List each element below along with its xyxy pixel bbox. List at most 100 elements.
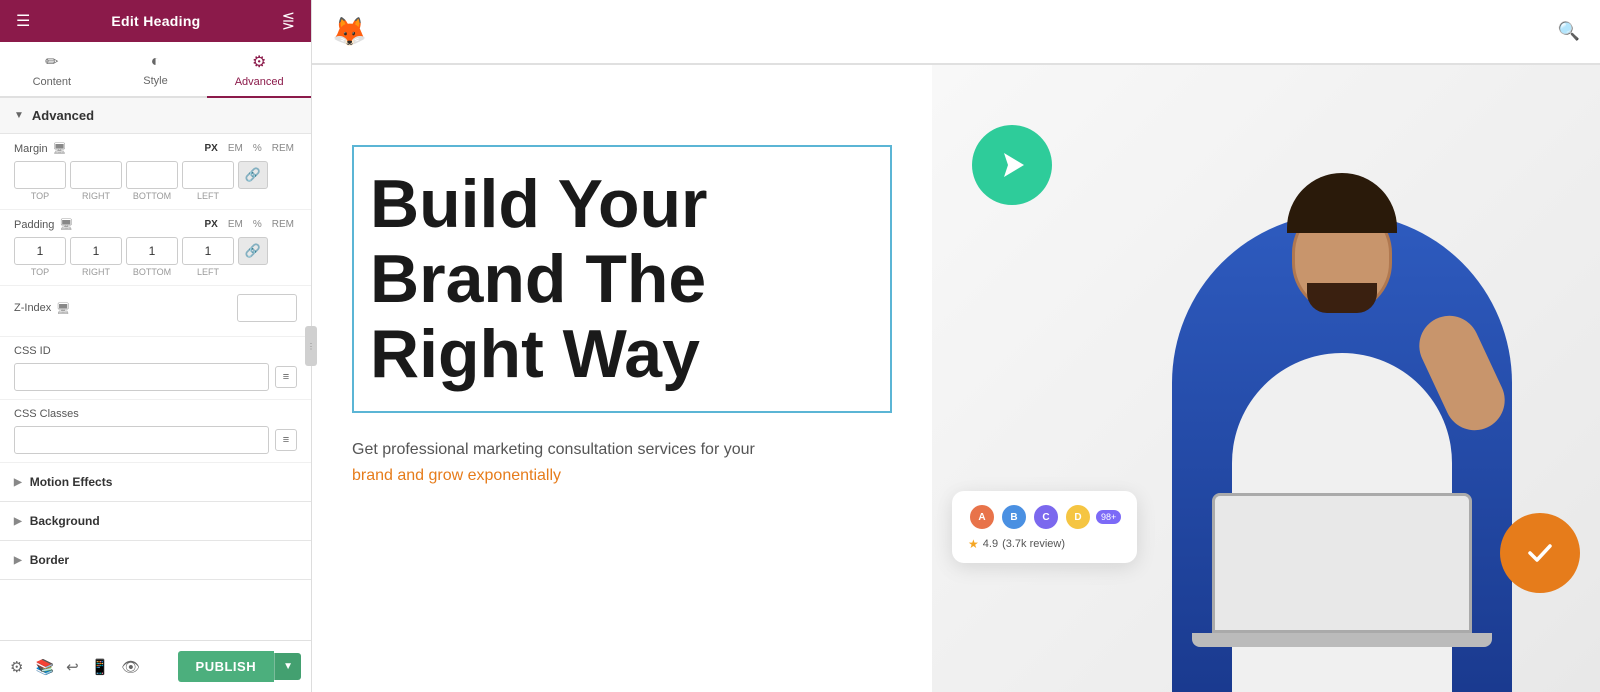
margin-left-label: LEFT [182, 191, 234, 201]
tab-style-label: Style [143, 75, 167, 87]
padding-bottom-label: BOTTOM [126, 267, 178, 277]
avatar-2: B [1000, 503, 1028, 531]
margin-bottom-label: BOTTOM [126, 191, 178, 201]
margin-field: Margin 🖥 PX EM % REM 🔗 TOP RIGHT [0, 134, 311, 210]
css-id-input-row: ≡ [14, 363, 297, 391]
margin-inputs: 🔗 [14, 161, 297, 189]
motion-effects-header[interactable]: ▶ Motion Effects [0, 463, 311, 501]
margin-unit-switcher: PX EM % REM [202, 142, 297, 155]
rating-reviews: (3.7k review) [1002, 538, 1065, 550]
hero-heading: Build Your Brand The Right Way [370, 167, 874, 391]
panel-header: ☰ Edit Heading ⋚ [0, 0, 311, 42]
margin-link-button[interactable]: 🔗 [238, 161, 268, 189]
avatar-4: D [1064, 503, 1092, 531]
background-section: ▶ Background [0, 502, 311, 541]
border-header[interactable]: ▶ Border [0, 541, 311, 579]
padding-left-input[interactable] [182, 237, 234, 265]
padding-monitor-icon: 🖥 [59, 218, 73, 231]
padding-top-input[interactable] [14, 237, 66, 265]
hero-subtext-line2: brand and grow exponentially [352, 467, 561, 484]
background-header[interactable]: ▶ Background [0, 502, 311, 540]
css-id-label-row: CSS ID [14, 345, 297, 357]
person-beard [1307, 283, 1377, 313]
advanced-section-header[interactable]: ▼ Advanced [0, 98, 311, 134]
settings-icon[interactable]: ⚙ [10, 658, 23, 676]
css-classes-list-icon[interactable]: ≡ [275, 429, 297, 451]
hamburger-icon[interactable]: ☰ [16, 11, 30, 31]
tab-advanced[interactable]: ⚙ Advanced [207, 42, 311, 98]
padding-unit-rem[interactable]: REM [269, 218, 297, 231]
search-icon[interactable]: 🔍 [1558, 21, 1580, 42]
hero-heading-box[interactable]: Build Your Brand The Right Way [352, 145, 892, 413]
css-classes-input[interactable] [14, 426, 269, 454]
motion-effects-section: ▶ Motion Effects [0, 463, 311, 502]
margin-top-input[interactable] [14, 161, 66, 189]
padding-unit-px[interactable]: PX [202, 218, 221, 231]
padding-unit-pct[interactable]: % [250, 218, 265, 231]
css-id-input[interactable] [14, 363, 269, 391]
hero-left: Build Your Brand The Right Way Get profe… [312, 65, 932, 692]
padding-label: Padding 🖥 [14, 218, 73, 231]
preview-icon[interactable]: 👁 [121, 658, 140, 676]
css-id-field: CSS ID ≡ [0, 337, 311, 400]
hero-subtext: Get professional marketing consultation … [352, 437, 872, 488]
css-classes-label: CSS Classes [14, 408, 79, 420]
rating-card: A B C D 98+ ★ 4.9 (3.7k review) [952, 491, 1137, 563]
margin-unit-px[interactable]: PX [202, 142, 221, 155]
padding-inputs: 🔗 [14, 237, 297, 265]
css-classes-label-row: CSS Classes [14, 408, 297, 420]
layers-icon[interactable]: 📚 [35, 658, 54, 676]
nav-logo: 🦊 [332, 15, 367, 48]
resize-handle[interactable]: ⋮ [305, 326, 317, 366]
responsive-icon[interactable]: 📱 [91, 658, 110, 676]
panel-title: Edit Heading [111, 13, 200, 29]
laptop-screen [1212, 493, 1472, 633]
margin-unit-em[interactable]: EM [225, 142, 246, 155]
tab-content[interactable]: ✏ Content [0, 42, 104, 98]
advanced-tab-icon: ⚙ [252, 52, 266, 72]
padding-input-labels: TOP RIGHT BOTTOM LEFT [14, 267, 297, 277]
z-index-monitor-icon: 🖥 [56, 302, 70, 315]
top-nav: 🦊 🔍 [312, 0, 1600, 64]
background-arrow-icon: ▶ [14, 516, 22, 527]
history-icon[interactable]: ↩ [66, 658, 79, 676]
hero-subtext-link[interactable]: brand and grow exponentially [352, 467, 561, 484]
content-tab-icon: ✏ [45, 52, 58, 72]
z-index-input[interactable] [237, 294, 297, 322]
border-label: Border [30, 553, 69, 567]
padding-unit-switcher: PX EM % REM [202, 218, 297, 231]
padding-right-label: RIGHT [70, 267, 122, 277]
padding-bottom-input[interactable] [126, 237, 178, 265]
publish-dropdown-button[interactable]: ▼ [274, 653, 301, 680]
padding-link-button[interactable]: 🔗 [238, 237, 268, 265]
publish-button[interactable]: PUBLISH [178, 651, 275, 682]
margin-unit-pct[interactable]: % [250, 142, 265, 155]
margin-right-input[interactable] [70, 161, 122, 189]
padding-right-input[interactable] [70, 237, 122, 265]
tab-advanced-label: Advanced [235, 76, 284, 88]
background-label: Background [30, 514, 100, 528]
css-classes-field: CSS Classes ≡ [0, 400, 311, 463]
padding-unit-em[interactable]: EM [225, 218, 246, 231]
margin-left-input[interactable] [182, 161, 234, 189]
css-id-list-icon[interactable]: ≡ [275, 366, 297, 388]
tab-style[interactable]: ◐ Style [104, 42, 208, 98]
laptop-base [1192, 633, 1492, 647]
person-hair [1287, 173, 1397, 233]
grid-icon[interactable]: ⋚ [282, 11, 295, 31]
margin-right-label: RIGHT [70, 191, 122, 201]
margin-bottom-input[interactable] [126, 161, 178, 189]
css-id-label: CSS ID [14, 345, 51, 357]
z-index-label-row: Z-Index 🖥 [14, 294, 297, 322]
motion-arrow-icon: ▶ [14, 477, 22, 488]
z-index-field: Z-Index 🖥 [0, 286, 311, 337]
border-arrow-icon: ▶ [14, 555, 22, 566]
margin-unit-rem[interactable]: REM [269, 142, 297, 155]
advanced-arrow-icon: ▼ [14, 110, 24, 121]
laptop-screen-content [1215, 496, 1469, 630]
margin-monitor-icon: 🖥 [53, 142, 67, 155]
margin-top-label: TOP [14, 191, 66, 201]
canvas-area: Build Your Brand The Right Way Get profe… [312, 65, 1600, 692]
css-classes-input-row: ≡ [14, 426, 297, 454]
rating-stars: ★ 4.9 (3.7k review) [968, 537, 1121, 551]
